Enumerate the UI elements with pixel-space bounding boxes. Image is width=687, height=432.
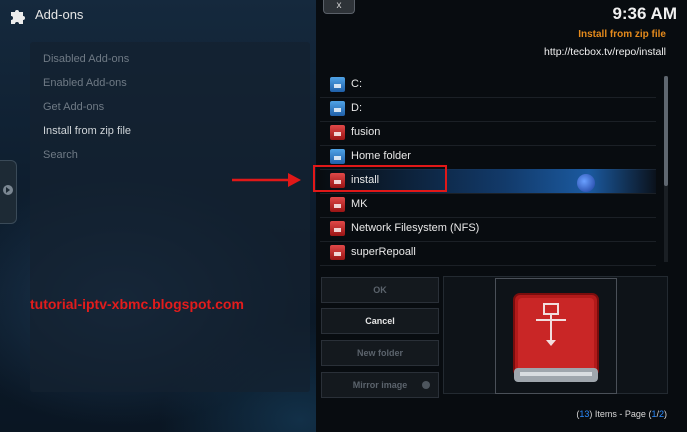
list-item-label: Home folder	[351, 150, 411, 162]
network-drive-icon	[513, 293, 599, 382]
list-item[interactable]: fusion	[320, 121, 656, 146]
list-item-label: Network Filesystem (NFS)	[351, 222, 480, 234]
page-total: 2	[658, 409, 664, 419]
item-count: 13	[579, 409, 590, 419]
menu-item-search[interactable]: Search	[43, 149, 78, 161]
list-item[interactable]: superRepoall	[320, 241, 656, 266]
list-item[interactable]: C:	[320, 73, 656, 98]
list-item-label: D:	[351, 102, 362, 114]
new-folder-button[interactable]: New folder	[321, 340, 439, 366]
list-item[interactable]: D:	[320, 97, 656, 122]
list-item-label: superRepoall	[351, 246, 416, 258]
drive-blue-icon	[330, 149, 345, 164]
list-item-label: MK	[351, 198, 368, 210]
mirror-image-button[interactable]: Mirror image	[321, 372, 439, 398]
dialog-heading: Install from zip file	[578, 29, 666, 40]
list-item-label: C:	[351, 78, 362, 90]
addons-menu-panel: Disabled Add-ons Enabled Add-ons Get Add…	[30, 42, 310, 392]
clock: 9:36 AM	[612, 4, 677, 23]
drive-blue-icon	[330, 101, 345, 116]
close-button[interactable]: x	[323, 0, 355, 14]
menu-item-enabled-addons[interactable]: Enabled Add-ons	[43, 77, 127, 89]
menu-item-install-from-zip[interactable]: Install from zip file	[43, 125, 131, 137]
toggle-dot-icon	[422, 381, 430, 389]
list-item[interactable]: MK	[320, 193, 656, 218]
ok-button[interactable]: OK	[321, 277, 439, 303]
list-item-label: fusion	[351, 126, 381, 138]
network-drive-red-icon	[330, 197, 345, 212]
page-current: 1	[651, 409, 657, 419]
watermark-text: tutorial-iptv-xbmc.blogspot.com	[30, 296, 244, 312]
annotation-arrow-icon	[232, 173, 301, 187]
list-scrollbar[interactable]	[664, 76, 668, 262]
items-page-text: Items - Page	[594, 409, 646, 419]
side-menu-toggle[interactable]	[0, 160, 17, 224]
current-path: http://tecbox.tv/repo/install	[544, 46, 666, 58]
annotation-highlight-box	[313, 165, 447, 192]
network-drive-red-icon	[330, 221, 345, 236]
chevron-right-icon	[3, 185, 13, 195]
menu-item-disabled-addons[interactable]: Disabled Add-ons	[43, 53, 129, 65]
menu-item-get-addons[interactable]: Get Add-ons	[43, 101, 104, 113]
cancel-button[interactable]: Cancel	[321, 308, 439, 334]
list-item[interactable]: Network Filesystem (NFS)	[320, 217, 656, 242]
mirror-image-label: Mirror image	[352, 380, 408, 390]
pointer-cursor-icon	[577, 174, 595, 192]
drive-blue-icon	[330, 77, 345, 92]
network-drive-red-icon	[330, 245, 345, 260]
puzzle-icon	[11, 10, 25, 24]
network-drive-red-icon	[330, 125, 345, 140]
scrollbar-thumb[interactable]	[664, 76, 668, 186]
page-title: Add-ons	[35, 7, 84, 22]
pagination-footer: (13) Items - Page (1/2)	[576, 409, 667, 419]
